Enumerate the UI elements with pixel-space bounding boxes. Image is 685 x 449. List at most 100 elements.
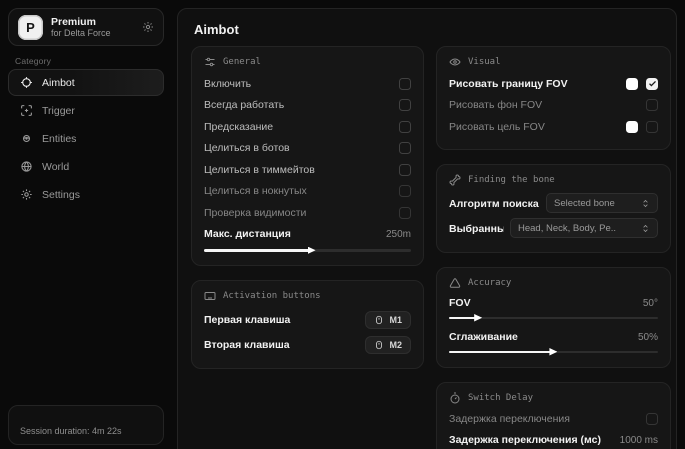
setting-row-draw-fov-border: Рисовать границу FOV [449, 73, 658, 95]
unfold-icon [641, 224, 650, 233]
bone-algorithm-select[interactable]: Selected bone [546, 193, 658, 213]
card-title: Visual [468, 57, 501, 67]
scan-eye-icon [20, 132, 33, 145]
sidebar-item-aimbot[interactable]: Aimbot [8, 69, 164, 96]
checkbox-target-teammates[interactable] [399, 164, 411, 176]
sidebar-nav: Aimbot Trigger Entities World Settings [8, 69, 164, 209]
checkbox-target-bots[interactable] [399, 142, 411, 154]
setting-label: Вторая клавиша [204, 339, 290, 351]
globe-icon [20, 160, 33, 173]
fov-border-color-swatch[interactable] [626, 78, 638, 90]
setting-label: Целиться в тиммейтов [204, 164, 315, 176]
checkbox-visibility-check[interactable] [399, 207, 411, 219]
setting-label: Выбранные кости [449, 223, 504, 235]
gear-icon [20, 188, 33, 201]
bone-icon [449, 174, 461, 186]
checkbox-enable[interactable] [399, 78, 411, 90]
sidebar-item-world[interactable]: World [8, 153, 164, 180]
gear-icon[interactable] [142, 21, 154, 33]
setting-row-first-key: Первая клавиша M1 [204, 307, 411, 332]
sidebar-item-entities[interactable]: Entities [8, 125, 164, 152]
checkbox-draw-fov-target[interactable] [646, 121, 658, 133]
brand-subtitle: for Delta Force [51, 28, 111, 38]
main-panel: Aimbot General Включить Всегда работать … [177, 8, 677, 449]
setting-row-prediction: Предсказание [204, 116, 411, 138]
card-title: Switch Delay [468, 393, 533, 403]
max-distance-value: 250m [386, 229, 411, 240]
brand-name: Premium [51, 16, 111, 28]
card-title: Finding the bone [468, 175, 555, 185]
keyboard-icon [204, 290, 216, 302]
fov-target-color-swatch[interactable] [626, 121, 638, 133]
triangle-icon [449, 277, 461, 289]
setting-row-switch-delay-toggle: Задержка переключения [449, 409, 658, 431]
setting-label: FOV [449, 297, 471, 309]
sidebar-item-label: Trigger [42, 105, 75, 117]
slider-thumb[interactable] [549, 348, 557, 356]
card-activation-buttons: Activation buttons Первая клавиша M1 Вто… [191, 280, 424, 369]
setting-row-target-teammates: Целиться в тиммейтов [204, 159, 411, 181]
max-distance-slider[interactable] [204, 246, 411, 254]
timer-icon [449, 392, 461, 404]
focus-icon [20, 104, 33, 117]
fov-value: 50° [643, 298, 658, 309]
setting-row-target-knocked: Целиться в нокнутых [204, 181, 411, 203]
setting-label: Рисовать границу FOV [449, 78, 568, 90]
setting-row-draw-fov-background: Рисовать фон FOV [449, 95, 658, 117]
sidebar-item-label: Settings [42, 189, 80, 201]
page-title: Aimbot [194, 22, 239, 37]
switch-delay-value: 1000 ms [620, 435, 658, 446]
mouse-icon [374, 315, 384, 325]
setting-label: Первая клавиша [204, 314, 290, 326]
selected-bones-select[interactable]: Head, Neck, Body, Pe.. [510, 218, 658, 238]
setting-row-switch-delay-ms: Задержка переключения (мс) 1000 ms [449, 430, 658, 449]
smoothing-slider[interactable] [449, 348, 658, 356]
setting-row-visibility-check: Проверка видимости [204, 202, 411, 224]
card-switch-delay: Switch Delay Задержка переключения Задер… [436, 382, 671, 449]
checkbox-draw-fov-border[interactable] [646, 78, 658, 90]
sliders-icon [204, 56, 216, 68]
checkbox-always-work[interactable] [399, 99, 411, 111]
mouse-icon [374, 340, 384, 350]
first-key-button[interactable]: M1 [365, 311, 411, 329]
card-finding-bone: Finding the bone Алгоритм поиска костей … [436, 164, 671, 253]
second-key-button[interactable]: M2 [365, 336, 411, 354]
card-accuracy: Accuracy FOV 50° Сглаживание 50% [436, 267, 671, 368]
checkbox-target-knocked[interactable] [399, 185, 411, 197]
card-visual: Visual Рисовать границу FOV Рисовать фон… [436, 46, 671, 150]
setting-label: Включить [204, 78, 251, 90]
setting-row-smoothing: Сглаживание 50% [449, 328, 658, 347]
crosshair-icon [20, 76, 33, 89]
setting-row-draw-fov-target: Рисовать цель FOV [449, 116, 658, 138]
card-title: General [223, 57, 261, 67]
setting-label: Предсказание [204, 121, 273, 133]
setting-row-fov: FOV 50° [449, 294, 658, 313]
setting-row-bone-algorithm: Алгоритм поиска костей Selected bone [449, 191, 658, 216]
setting-label: Проверка видимости [204, 207, 306, 219]
fov-slider[interactable] [449, 314, 658, 322]
setting-row-second-key: Вторая клавиша M2 [204, 332, 411, 357]
checkbox-prediction[interactable] [399, 121, 411, 133]
checkbox-switch-delay[interactable] [646, 413, 658, 425]
setting-row-enable: Включить [204, 73, 411, 95]
checkbox-draw-fov-background[interactable] [646, 99, 658, 111]
card-title: Accuracy [468, 278, 511, 288]
sidebar-item-label: Aimbot [42, 77, 75, 89]
app-logo: P [18, 15, 43, 40]
setting-label: Алгоритм поиска костей [449, 198, 540, 210]
setting-label: Целиться в нокнутых [204, 185, 307, 197]
setting-label: Макс. дистанция [204, 228, 291, 240]
setting-row-target-bots: Целиться в ботов [204, 138, 411, 160]
sidebar: P Premium for Delta Force Category Aimbo… [0, 0, 172, 449]
category-label: Category [15, 56, 51, 66]
setting-row-max-distance: Макс. дистанция 250m [204, 224, 411, 246]
slider-thumb[interactable] [474, 314, 482, 322]
card-general: General Включить Всегда работать Предска… [191, 46, 424, 266]
brand-card: P Premium for Delta Force [8, 8, 164, 46]
setting-label: Задержка переключения (мс) [449, 434, 601, 446]
slider-thumb[interactable] [308, 247, 316, 255]
sidebar-item-settings[interactable]: Settings [8, 181, 164, 208]
setting-label: Рисовать цель FOV [449, 121, 545, 133]
sidebar-item-trigger[interactable]: Trigger [8, 97, 164, 124]
session-card: Session duration: 4m 22s [8, 405, 164, 445]
